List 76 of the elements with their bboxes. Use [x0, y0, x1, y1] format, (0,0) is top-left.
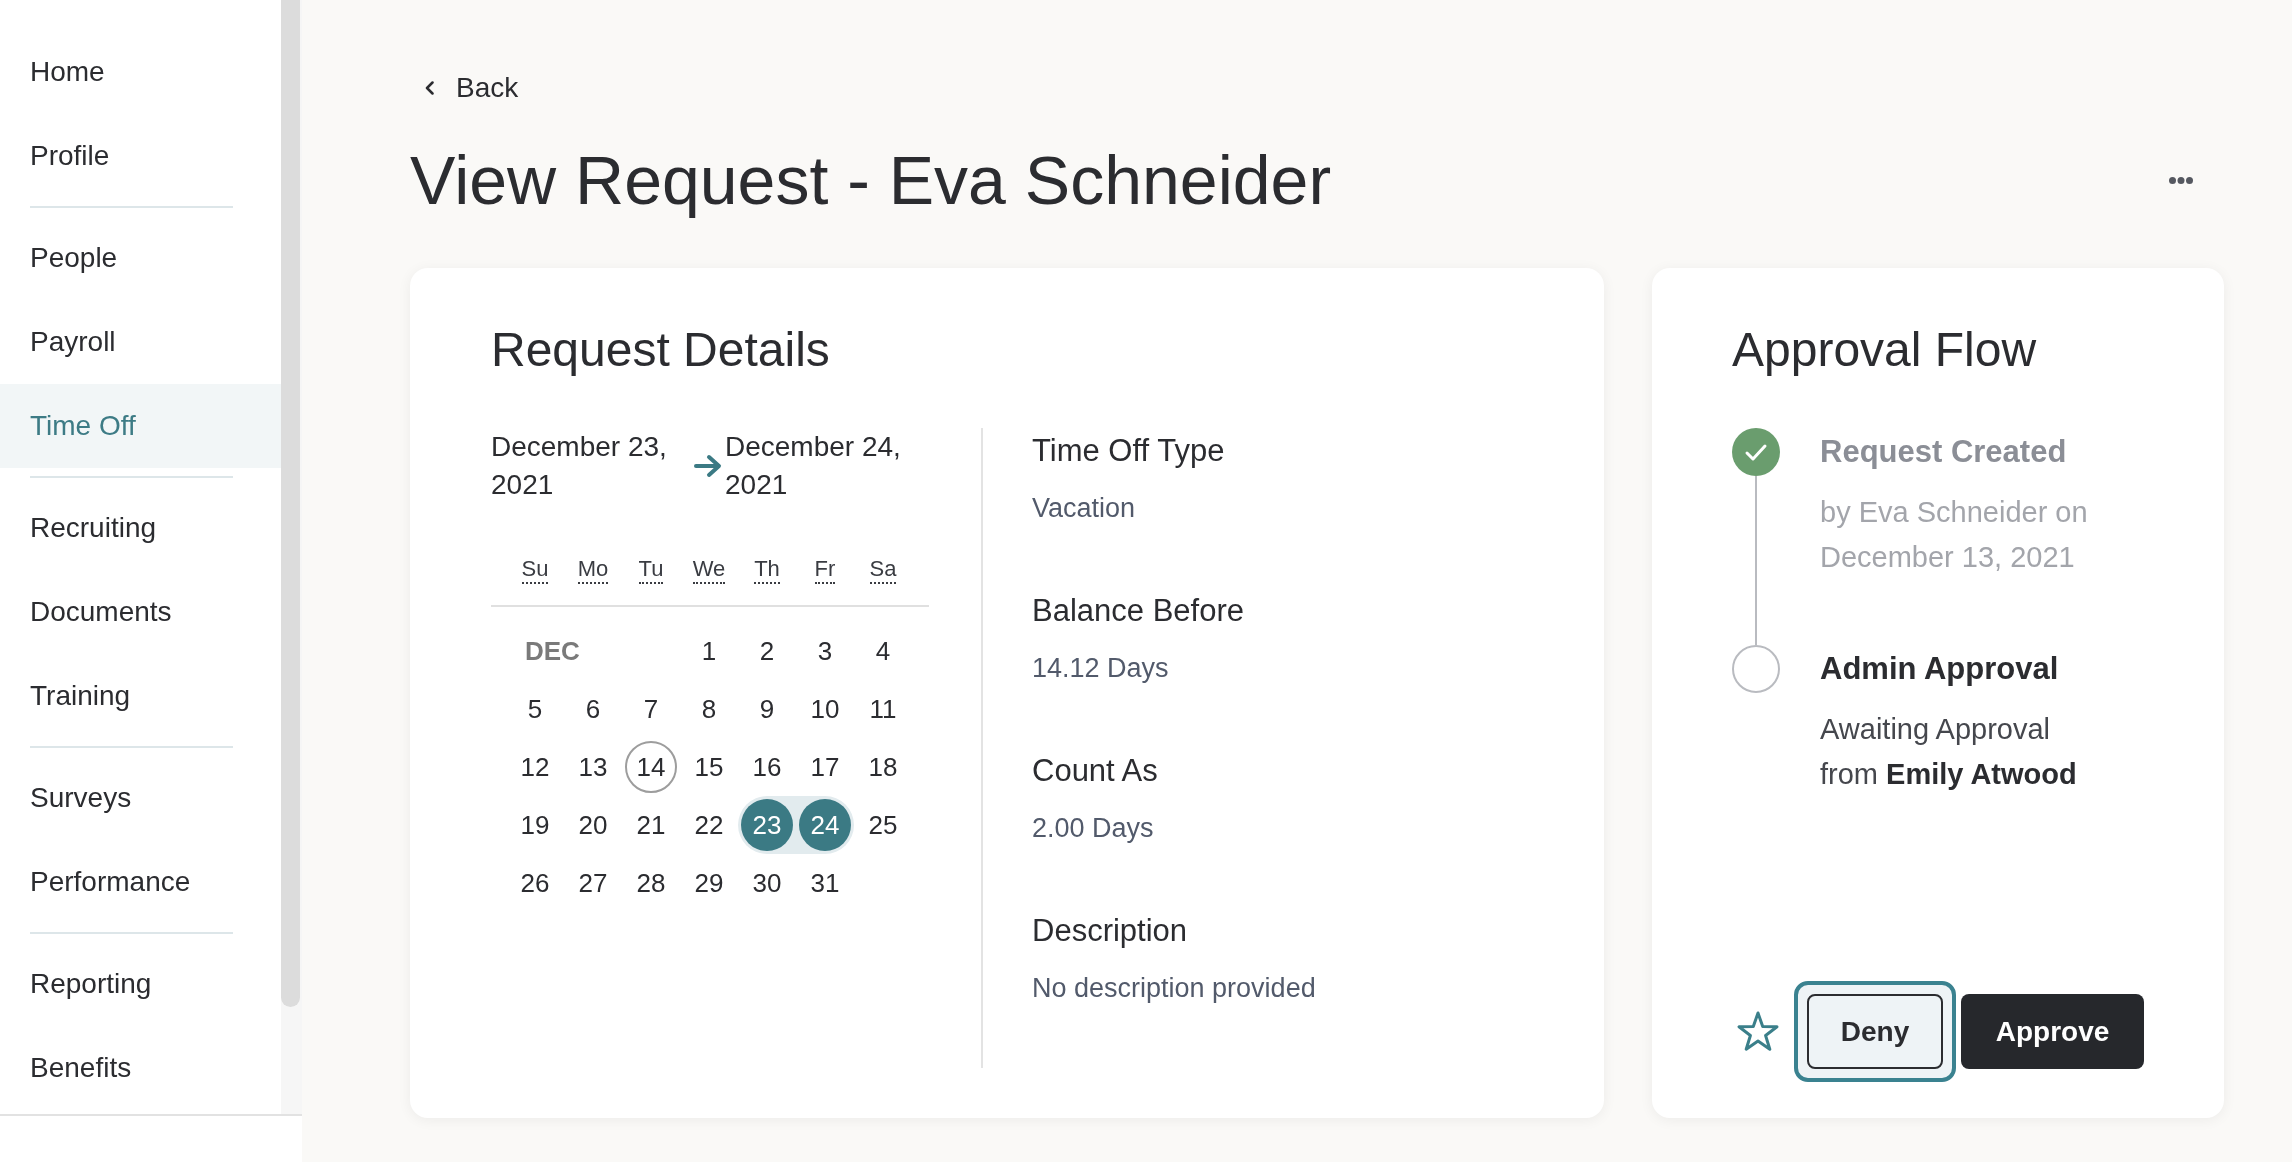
sidebar-item[interactable]: Benefits — [0, 1026, 281, 1110]
weekday-label: Mo — [577, 556, 609, 584]
arrow-right-icon — [693, 453, 723, 479]
calendar-day[interactable]: 4 — [857, 625, 909, 677]
star-icon[interactable] — [1736, 1011, 1780, 1052]
field-label: Time Off Type — [1032, 432, 1225, 470]
sidebar-item[interactable]: Payroll — [0, 300, 281, 384]
sidebar-item[interactable]: Performance — [0, 840, 281, 924]
section-title: Approval Flow — [1732, 322, 2037, 378]
calendar-day[interactable]: 27 — [567, 857, 619, 909]
calendar-day[interactable]: 19 — [509, 799, 561, 851]
calendar-day[interactable]: 23 — [741, 799, 793, 851]
calendar-day[interactable]: 28 — [625, 857, 677, 909]
sidebar-item[interactable]: Time Off — [0, 384, 281, 468]
calendar-day[interactable]: 1 — [683, 625, 735, 677]
field-label: Count As — [1032, 752, 1158, 790]
calendar-day[interactable]: 31 — [799, 857, 851, 909]
chevron-left-icon — [425, 81, 434, 95]
weekday-label: Th — [754, 556, 780, 584]
approve-button[interactable]: Approve — [1961, 994, 2144, 1069]
sidebar-item[interactable]: People — [0, 216, 281, 300]
calendar-day[interactable]: 9 — [741, 683, 793, 735]
calendar-day[interactable]: 17 — [799, 741, 851, 793]
field-label: Description — [1032, 912, 1188, 950]
calendar-day[interactable]: 11 — [857, 683, 909, 735]
calendar-day[interactable]: 10 — [799, 683, 851, 735]
deny-button[interactable]: Deny — [1794, 981, 1956, 1082]
field-value: Vacation — [1032, 492, 1136, 525]
calendar-day[interactable]: 16 — [741, 741, 793, 793]
calendar-day[interactable]: 13 — [567, 741, 619, 793]
section-title: Request Details — [491, 322, 830, 378]
step-title: Admin Approval — [1820, 650, 2059, 688]
scrollbar-thumb[interactable] — [281, 0, 300, 1007]
calendar-day[interactable]: 26 — [509, 857, 561, 909]
calendar-day[interactable]: 2 — [741, 625, 793, 677]
end-date: December 24, 2021 — [725, 430, 902, 502]
calendar-day[interactable]: 7 — [625, 683, 677, 735]
calendar-day[interactable]: 25 — [857, 799, 909, 851]
field-value: 14.12 Days — [1032, 652, 1169, 685]
calendar-day[interactable]: 15 — [683, 741, 735, 793]
weekday-label: We — [692, 556, 726, 584]
sidebar-item[interactable]: Surveys — [0, 756, 281, 840]
sidebar-item[interactable]: Recruiting — [0, 486, 281, 570]
calendar-day[interactable]: 6 — [567, 683, 619, 735]
calendar-day[interactable]: 30 — [741, 857, 793, 909]
calendar-day[interactable]: 18 — [857, 741, 909, 793]
calendar-day[interactable]: 22 — [683, 799, 735, 851]
step-detail: Awaiting Approval from Emily Atwood — [1820, 712, 2078, 792]
sidebar-item[interactable]: Home — [0, 30, 281, 114]
field-value: No description provided — [1032, 972, 1316, 1005]
page-title: View Request - Eva Schneider — [410, 141, 1332, 220]
calendar-day[interactable]: 12 — [509, 741, 561, 793]
field-value: 2.00 Days — [1032, 812, 1154, 845]
sidebar-item[interactable]: Profile — [0, 114, 281, 198]
weekday-label: Su — [521, 556, 549, 584]
weekday-label: Tu — [638, 556, 664, 584]
month-label: DEC — [525, 634, 580, 668]
weekday-label: Sa — [869, 556, 897, 584]
calendar-day[interactable]: 24 — [799, 799, 851, 851]
calendar-day[interactable]: 3 — [799, 625, 851, 677]
sidebar-item[interactable]: Reporting — [0, 942, 281, 1026]
step-title: Request Created — [1820, 433, 2067, 471]
more-icon[interactable] — [2169, 176, 2193, 184]
field-label: Balance Before — [1032, 592, 1244, 630]
start-date: December 23, 2021 — [491, 430, 668, 502]
step-detail: by Eva Schneider on December 13, 2021 — [1820, 495, 2089, 575]
calendar-day[interactable]: 21 — [625, 799, 677, 851]
calendar-day[interactable]: 14 — [625, 741, 677, 793]
weekday-label: Fr — [814, 556, 836, 584]
calendar-day[interactable]: 8 — [683, 683, 735, 735]
sidebar-item[interactable]: Documents — [0, 570, 281, 654]
sidebar-item[interactable]: Training — [0, 654, 281, 738]
calendar-day[interactable]: 5 — [509, 683, 561, 735]
calendar-day[interactable]: 20 — [567, 799, 619, 851]
back-link[interactable]: Back — [425, 70, 519, 106]
calendar-day[interactable]: 29 — [683, 857, 735, 909]
